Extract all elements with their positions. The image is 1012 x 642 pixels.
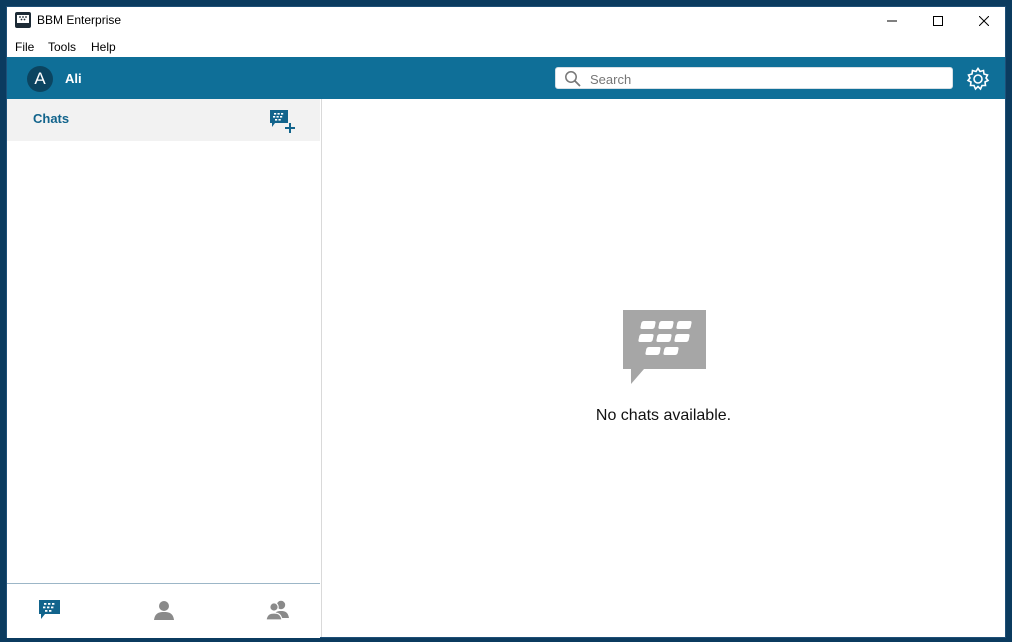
search-input[interactable] bbox=[588, 69, 942, 89]
app-window: BBM Enterprise File Tools Help A Ali Sea… bbox=[6, 6, 1006, 638]
empty-state-message: No chats available. bbox=[595, 407, 732, 424]
maximize-icon bbox=[933, 16, 943, 26]
bbm-logo-icon bbox=[623, 310, 706, 384]
groups-icon bbox=[265, 600, 289, 621]
search-icon bbox=[565, 71, 581, 87]
chats-section-header: Chats bbox=[7, 99, 320, 141]
app-header: A Ali bbox=[7, 57, 1005, 99]
username[interactable]: Ali bbox=[65, 71, 82, 86]
menu-bar: File Tools Help bbox=[7, 35, 1005, 57]
nav-chats-button[interactable] bbox=[36, 597, 64, 623]
chats-title: Chats bbox=[33, 111, 70, 126]
contacts-icon bbox=[154, 601, 174, 620]
menu-help[interactable]: Help bbox=[91, 40, 116, 54]
maximize-button[interactable] bbox=[915, 7, 961, 35]
minimize-button[interactable] bbox=[869, 7, 915, 35]
nav-groups-button[interactable] bbox=[264, 597, 292, 623]
close-button[interactable] bbox=[961, 7, 1007, 35]
nav-contacts-button[interactable] bbox=[150, 597, 178, 623]
chat-list-panel: Chats bbox=[7, 99, 322, 638]
search-box[interactable] bbox=[555, 67, 953, 89]
menu-tools[interactable]: Tools bbox=[48, 40, 76, 54]
window-title: BBM Enterprise bbox=[37, 13, 122, 27]
bottom-nav bbox=[7, 583, 320, 638]
chats-icon bbox=[39, 600, 60, 619]
bbm-app-icon bbox=[15, 12, 31, 28]
gear-icon[interactable] bbox=[965, 66, 991, 92]
avatar[interactable]: A bbox=[27, 66, 53, 92]
chat-content-panel: No chats available. bbox=[322, 99, 1005, 637]
new-chat-icon[interactable] bbox=[269, 108, 297, 134]
close-icon bbox=[979, 16, 989, 26]
title-bar: BBM Enterprise bbox=[7, 7, 1005, 35]
minimize-icon bbox=[887, 20, 897, 22]
menu-file[interactable]: File bbox=[15, 40, 34, 54]
